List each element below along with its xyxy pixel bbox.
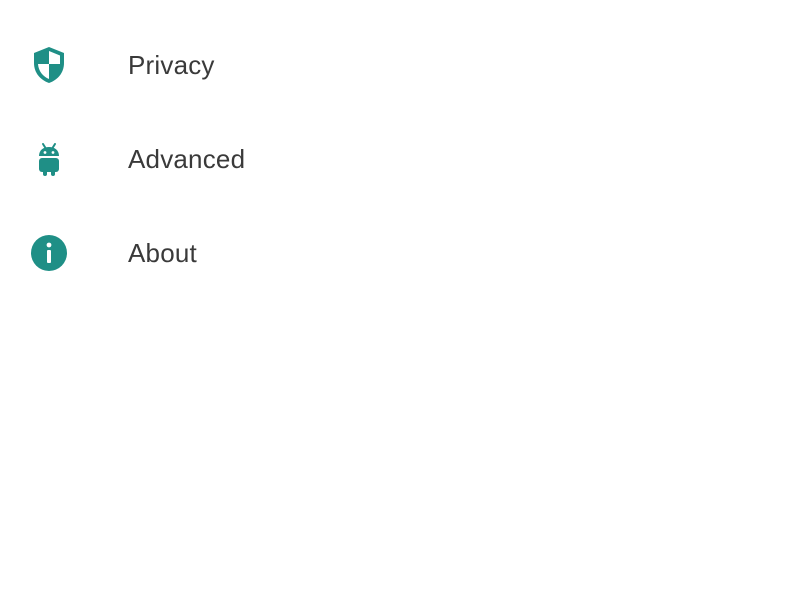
settings-item-privacy[interactable]: Privacy xyxy=(0,18,800,112)
settings-item-label: About xyxy=(128,237,197,268)
settings-item-about[interactable]: About xyxy=(0,206,800,300)
settings-list: Privacy Advanced About xyxy=(0,18,800,300)
shield-icon xyxy=(29,45,69,85)
settings-item-label: Advanced xyxy=(128,143,246,174)
android-icon xyxy=(29,139,69,179)
settings-item-advanced[interactable]: Advanced xyxy=(0,112,800,206)
settings-item-label: Privacy xyxy=(128,49,215,80)
info-icon xyxy=(29,233,69,273)
